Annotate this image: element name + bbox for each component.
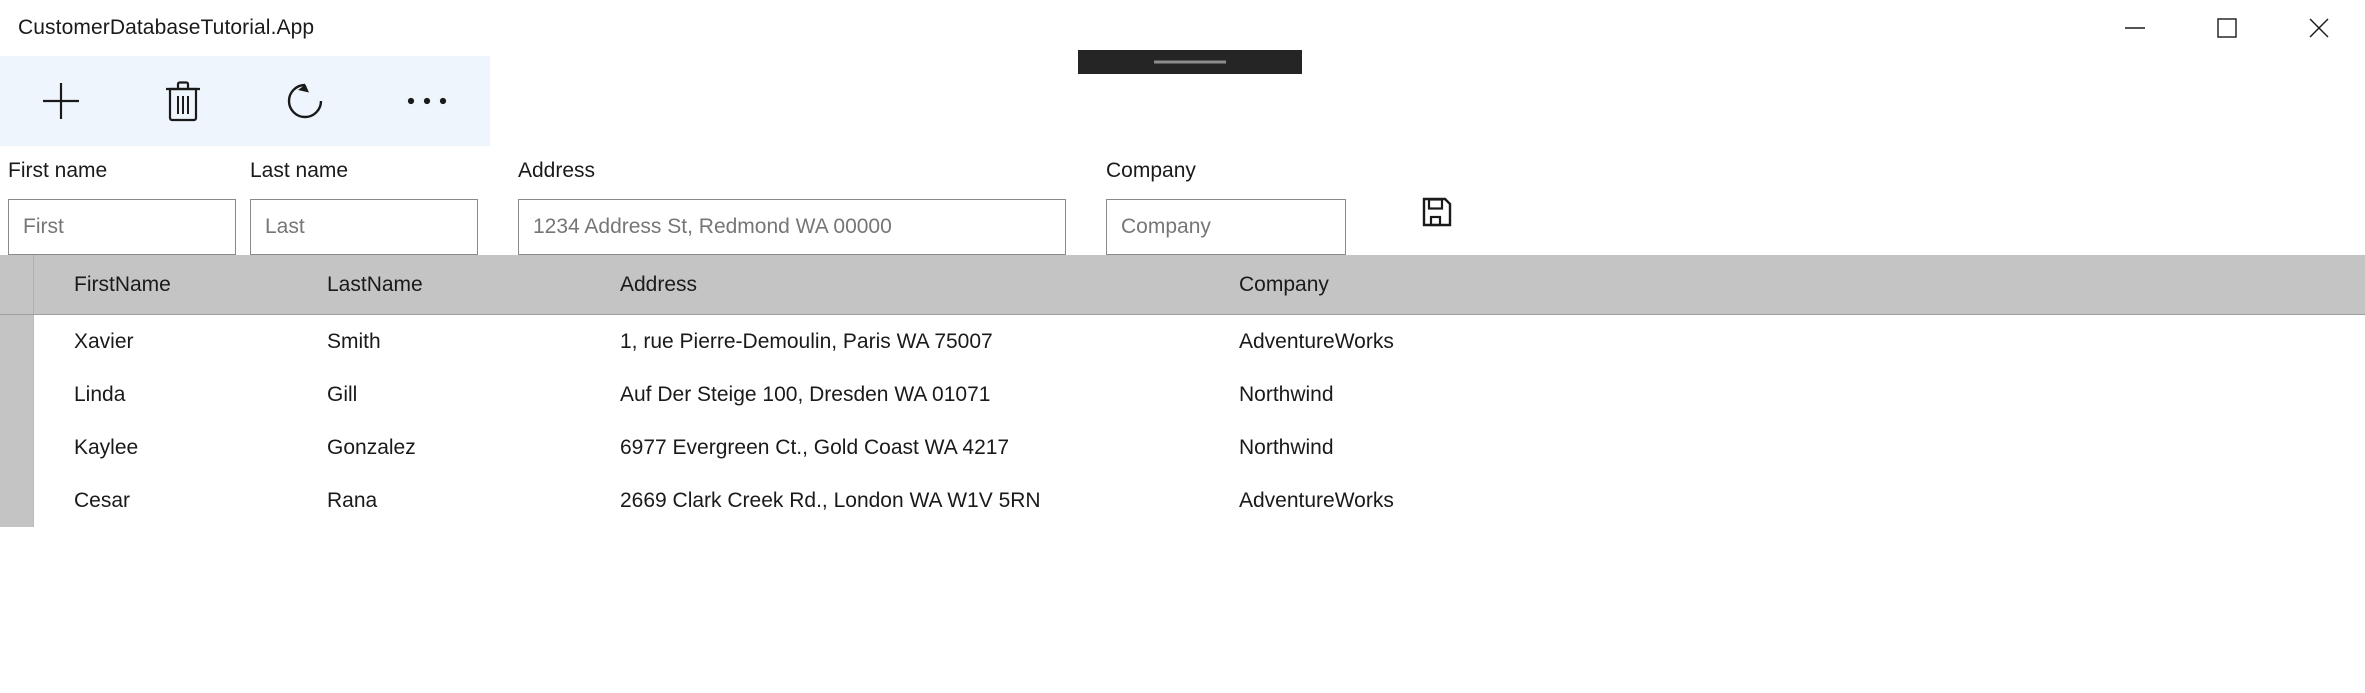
app-title: CustomerDatabaseTutorial.App (18, 16, 315, 39)
customer-form: First name Last name Address Company (0, 146, 2365, 255)
last-name-label: Last name (250, 159, 349, 182)
grid-header-row: FirstName LastName Address Company (0, 255, 2365, 315)
address-input[interactable] (518, 199, 1066, 255)
grid-row-selector-gutter[interactable] (0, 255, 34, 314)
maximize-icon (2217, 18, 2237, 38)
column-header-lastname[interactable]: LastName (327, 273, 620, 297)
cell-address: 1, rue Pierre-Demoulin, Paris WA 75007 (620, 329, 993, 353)
cell-firstname: Kaylee (74, 435, 139, 459)
company-input[interactable] (1106, 199, 1346, 255)
cell-firstname: Xavier (74, 329, 134, 353)
first-name-input[interactable] (8, 199, 236, 255)
company-label: Company (1106, 159, 1196, 182)
row-selector[interactable] (0, 315, 34, 368)
delete-button[interactable] (122, 56, 244, 146)
save-container (1410, 160, 1464, 240)
column-header-address[interactable]: Address (620, 273, 1239, 297)
table-row[interactable]: Linda Gill Auf Der Steige 100, Dresden W… (0, 368, 2365, 421)
address-label: Address (518, 159, 596, 182)
add-button[interactable] (0, 56, 122, 146)
first-name-label: First name (8, 159, 108, 182)
field-last-name: Last name (250, 160, 478, 255)
cell-firstname: Linda (74, 382, 126, 406)
field-first-name: First name (8, 160, 236, 255)
window-controls (2089, 0, 2365, 56)
cell-company: AdventureWorks (1239, 488, 1394, 512)
last-name-input[interactable] (250, 199, 478, 255)
maximize-button[interactable] (2181, 0, 2273, 56)
cell-company: Northwind (1239, 435, 1334, 459)
plus-icon (40, 80, 82, 122)
ellipsis-icon (406, 95, 448, 107)
table-row[interactable]: Xavier Smith 1, rue Pierre-Demoulin, Par… (0, 315, 2365, 368)
table-row[interactable]: Kaylee Gonzalez 6977 Evergreen Ct., Gold… (0, 421, 2365, 474)
column-header-firstname[interactable]: FirstName (34, 273, 327, 297)
grid-body: Xavier Smith 1, rue Pierre-Demoulin, Par… (0, 315, 2365, 693)
row-selector[interactable] (0, 368, 34, 421)
app-window: CustomerDatabaseTutorial.App First name … (0, 0, 2365, 693)
cell-address: 2669 Clark Creek Rd., London WA W1V 5RN (620, 488, 1041, 512)
refresh-icon (284, 80, 326, 122)
cell-address: 6977 Evergreen Ct., Gold Coast WA 4217 (620, 435, 1010, 459)
close-button[interactable] (2273, 0, 2365, 56)
save-floppy-icon (1422, 197, 1452, 232)
cell-address: Auf Der Steige 100, Dresden WA 01071 (620, 382, 991, 406)
customers-grid: FirstName LastName Address Company Xavie… (0, 255, 2365, 693)
minimize-icon (2124, 21, 2146, 35)
more-button[interactable] (366, 56, 488, 146)
window-drag-handle-overlay[interactable] (1078, 50, 1302, 74)
trash-icon (164, 80, 202, 122)
row-selector[interactable] (0, 421, 34, 474)
cell-company: Northwind (1239, 382, 1334, 406)
table-row[interactable]: Cesar Rana 2669 Clark Creek Rd., London … (0, 474, 2365, 527)
title-bar: CustomerDatabaseTutorial.App (0, 0, 2365, 74)
row-selector[interactable] (0, 474, 34, 527)
cell-firstname: Cesar (74, 488, 131, 512)
column-header-company[interactable]: Company (1239, 273, 2365, 297)
minimize-button[interactable] (2089, 0, 2181, 56)
cell-lastname: Smith (327, 329, 381, 353)
cell-company: AdventureWorks (1239, 329, 1394, 353)
cell-lastname: Gonzalez (327, 435, 416, 459)
close-icon (2308, 17, 2330, 39)
save-button[interactable] (1410, 188, 1464, 240)
cell-lastname: Gill (327, 382, 358, 406)
field-company: Company (1106, 160, 1346, 255)
refresh-button[interactable] (244, 56, 366, 146)
field-address: Address (518, 160, 1066, 255)
command-bar (0, 56, 490, 146)
cell-lastname: Rana (327, 488, 378, 512)
